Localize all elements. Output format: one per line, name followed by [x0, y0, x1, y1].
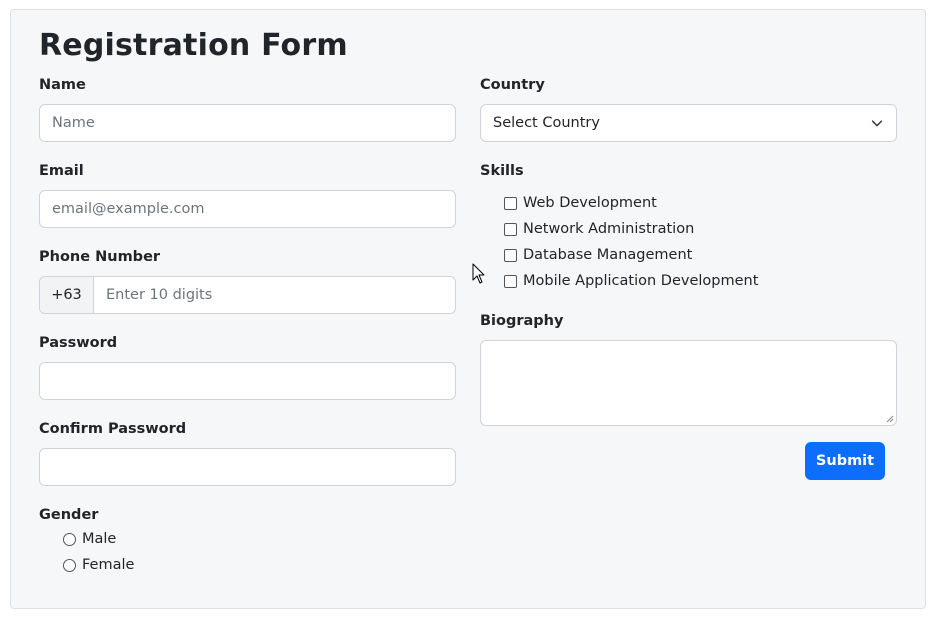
skill-option-mobile[interactable]: Mobile Application Development	[504, 273, 758, 289]
female-radio-label: Female	[82, 557, 135, 573]
skill-option-web[interactable]: Web Development	[504, 195, 657, 211]
skill-option-network[interactable]: Network Administration	[504, 221, 694, 237]
phone-input[interactable]	[94, 277, 455, 313]
database-management-checkbox[interactable]	[504, 248, 517, 262]
country-label: Country	[480, 77, 545, 93]
chevron-down-icon	[871, 120, 883, 127]
mouse-pointer-icon	[472, 263, 485, 284]
email-label: Email	[39, 163, 84, 179]
biography-textarea[interactable]	[480, 340, 897, 426]
resize-grip-icon[interactable]	[886, 415, 894, 423]
network-administration-label: Network Administration	[523, 221, 695, 237]
mobile-application-development-label: Mobile Application Development	[523, 273, 759, 289]
gender-option-female[interactable]: Female	[63, 557, 134, 573]
network-administration-checkbox[interactable]	[504, 222, 517, 236]
phone-label: Phone Number	[39, 249, 161, 265]
country-select[interactable]: Select Country	[480, 104, 897, 142]
male-radio[interactable]	[63, 532, 76, 546]
confirm-password-input[interactable]	[39, 448, 456, 486]
name-input[interactable]	[39, 104, 456, 142]
female-radio[interactable]	[63, 558, 76, 572]
biography-label: Biography	[480, 313, 564, 329]
phone-input-group: +63	[39, 276, 456, 314]
database-management-label: Database Management	[523, 247, 693, 263]
password-input[interactable]	[39, 362, 456, 400]
name-label: Name	[39, 77, 86, 93]
confirm-password-label: Confirm Password	[39, 421, 187, 437]
male-radio-label: Male	[82, 531, 117, 547]
email-input[interactable]	[39, 190, 456, 228]
gender-option-male[interactable]: Male	[63, 531, 116, 547]
registration-card: Registration Form Name Email Phone Numbe…	[10, 9, 926, 609]
web-development-checkbox[interactable]	[504, 196, 517, 210]
submit-button[interactable]: Submit	[805, 442, 885, 480]
skills-label: Skills	[480, 163, 524, 179]
phone-prefix: +63	[40, 277, 94, 313]
country-select-value: Select Country	[493, 115, 600, 131]
page-title: Registration Form	[39, 28, 348, 63]
mobile-application-development-checkbox[interactable]	[504, 274, 517, 288]
web-development-label: Web Development	[523, 195, 657, 211]
gender-label: Gender	[39, 507, 99, 523]
skill-option-database[interactable]: Database Management	[504, 247, 692, 263]
password-label: Password	[39, 335, 118, 351]
